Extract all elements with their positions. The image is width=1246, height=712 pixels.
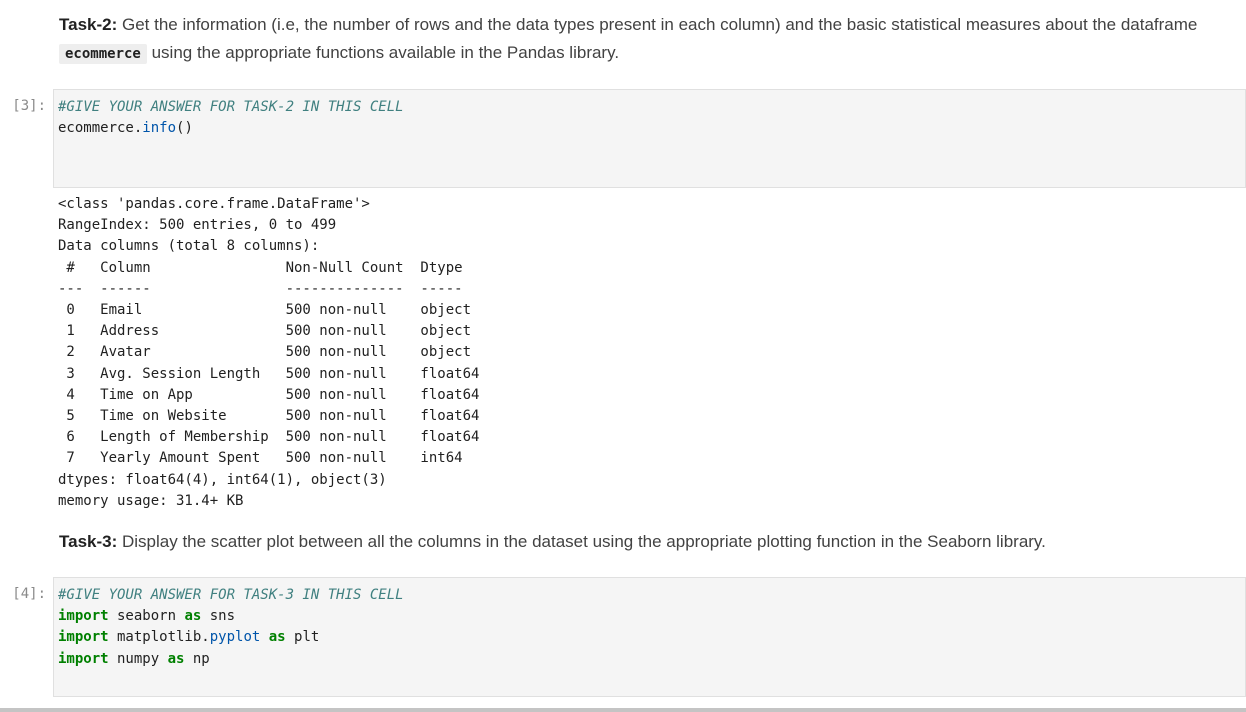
output-line: 7 Yearly Amount Spent 500 non-null int64 bbox=[66, 450, 463, 467]
cell4-import-kw-1: import bbox=[58, 608, 109, 625]
output-line: --- ------ -------------- ----- bbox=[58, 280, 463, 297]
cell4-alias-sns: sns bbox=[201, 608, 236, 625]
cell4-module-pyplot: pyplot bbox=[209, 629, 261, 646]
cell4-as-kw-1: as bbox=[184, 608, 202, 625]
cell4-comment: #GIVE YOUR ANSWER FOR TASK-3 IN THIS CEL… bbox=[58, 587, 404, 603]
output-line: <class 'pandas.core.frame.DataFrame'> bbox=[58, 196, 370, 212]
output-line: dtypes: float64(4), int64(1), object(3) bbox=[58, 471, 387, 488]
cell4-import-kw-3: import bbox=[58, 650, 109, 667]
task2-markdown: Task-2: Get the information (i.e, the nu… bbox=[59, 11, 1238, 68]
cell4-import-kw-2: import bbox=[58, 629, 109, 646]
cell4-prompt: [4]: bbox=[12, 586, 46, 602]
cell4-module-numpy: numpy bbox=[108, 650, 168, 667]
output-line: # Column Non-Null Count Dtype bbox=[66, 259, 463, 276]
cell3-paren: () bbox=[176, 120, 193, 137]
cell4-alias-np: np bbox=[184, 650, 210, 667]
output-line: 0 Email 500 non-null object bbox=[66, 302, 472, 319]
cell3-output: <class 'pandas.core.frame.DataFrame'> Ra… bbox=[58, 194, 1238, 512]
output-line: RangeIndex: 500 entries, 0 to 499 bbox=[58, 217, 337, 234]
cell4-as-kw-2: as bbox=[268, 629, 286, 646]
output-line: Data columns (total 8 columns): bbox=[58, 238, 320, 255]
output-line: 3 Avg. Session Length 500 non-null float… bbox=[66, 365, 480, 382]
cell3-obj: ecommerce. bbox=[58, 120, 143, 137]
cell4-space bbox=[260, 629, 268, 645]
task2-title: Task-2: bbox=[59, 15, 118, 34]
cell4-module-seaborn: seaborn bbox=[108, 608, 185, 625]
cell4-code: #GIVE YOUR ANSWER FOR TASK-3 IN THIS CEL… bbox=[54, 578, 1245, 677]
horizontal-scrollbar[interactable] bbox=[0, 708, 1246, 712]
cell3-code-editor[interactable]: #GIVE YOUR ANSWER FOR TASK-2 IN THIS CEL… bbox=[53, 89, 1246, 188]
cell3-fn: info bbox=[142, 120, 177, 137]
output-line: 2 Avatar 500 non-null object bbox=[66, 344, 472, 361]
cell4-module-matplotlib: matplotlib. bbox=[108, 629, 210, 646]
output-line: 4 Time on App 500 non-null float64 bbox=[66, 386, 480, 403]
cell3-comment: #GIVE YOUR ANSWER FOR TASK-2 IN THIS CEL… bbox=[58, 99, 404, 115]
cell3-output-text: <class 'pandas.core.frame.DataFrame'> Ra… bbox=[58, 194, 1238, 512]
task3-markdown: Task-3: Display the scatter plot between… bbox=[59, 528, 1238, 556]
cell4-as-kw-3: as bbox=[167, 650, 185, 667]
task2-text-after: using the appropriate functions availabl… bbox=[146, 43, 620, 62]
cell4-code-editor[interactable]: #GIVE YOUR ANSWER FOR TASK-3 IN THIS CEL… bbox=[53, 577, 1246, 697]
task3-title: Task-3: bbox=[59, 532, 118, 551]
cell3-prompt: [3]: bbox=[12, 98, 46, 114]
task3-text: Display the scatter plot between all the… bbox=[117, 532, 1046, 551]
output-line: 6 Length of Membership 500 non-null floa… bbox=[66, 429, 480, 446]
output-line: memory usage: 31.4+ KB bbox=[58, 492, 244, 509]
task2-code-word: ecommerce bbox=[59, 44, 147, 64]
output-line: 5 Time on Website 500 non-null float64 bbox=[66, 408, 480, 425]
output-line: 1 Address 500 non-null object bbox=[66, 323, 472, 340]
cell3-code: #GIVE YOUR ANSWER FOR TASK-2 IN THIS CEL… bbox=[54, 90, 1245, 146]
cell4-alias-plt: plt bbox=[285, 629, 320, 646]
task2-text-before: Get the information (i.e, the number of … bbox=[117, 15, 1198, 34]
